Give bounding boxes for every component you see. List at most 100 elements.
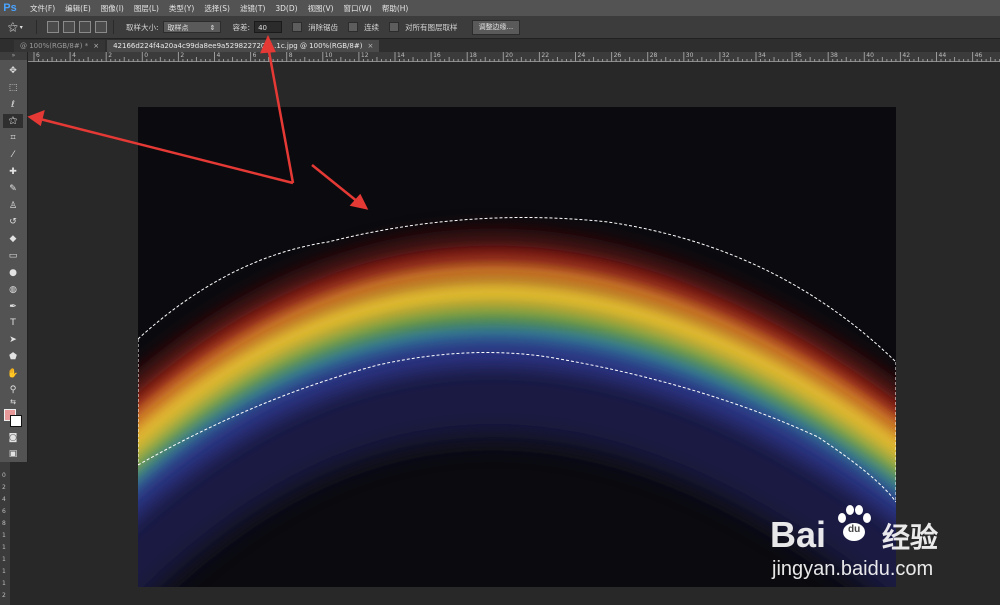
sample-all-layers-label: 对所有图层取样 (405, 22, 458, 32)
background-color-swatch[interactable] (10, 415, 22, 427)
ruler-tick-label: 4 (216, 52, 221, 59)
menu-window[interactable]: 窗口(W) (344, 3, 372, 14)
ruler-tick-label: 34 (758, 52, 766, 59)
healing-brush-tool-icon[interactable]: ✚ (3, 165, 23, 179)
lasso-tool-icon[interactable]: ℓ (3, 98, 23, 112)
subtract-from-selection-icon[interactable] (79, 21, 91, 33)
pen-tool-icon[interactable]: ✒ (3, 300, 23, 314)
chevron-down-icon: ▾ (19, 23, 23, 31)
contiguous-checkbox[interactable] (348, 22, 359, 32)
add-to-selection-icon[interactable] (63, 21, 75, 33)
marquee-tool-icon[interactable]: ⬚ (3, 81, 23, 95)
ruler-tick-label: 26 (613, 52, 622, 59)
ruler-tick-label: 1 (2, 580, 6, 587)
magic-wand-tool-icon[interactable]: ⚝ (3, 114, 23, 128)
path-selection-tool-icon[interactable]: ➤ (3, 333, 23, 347)
document-tab-2[interactable]: 42166d224f4a20a4c99da8ee9a529822720e...1… (107, 40, 380, 52)
divider (113, 20, 114, 34)
gradient-tool-icon[interactable]: ▭ (3, 249, 23, 263)
zoom-tool-icon[interactable]: ⚲ (3, 383, 23, 397)
tool-preset-picker[interactable]: ⚝ ▾ (8, 19, 30, 35)
ruler-tick-label: 10 (324, 52, 333, 59)
watermark-brand: Bai (770, 514, 827, 555)
ruler-tick-label: 0 (144, 52, 149, 59)
magic-wand-icon: ⚝ (8, 21, 18, 33)
ruler-tick-label: 4 (2, 496, 6, 503)
menu-select[interactable]: 选择(S) (204, 3, 230, 14)
close-icon[interactable]: × (367, 42, 373, 50)
blur-tool-icon[interactable]: ● (3, 266, 23, 280)
menu-edit[interactable]: 编辑(E) (65, 3, 91, 14)
move-tool-icon[interactable]: ✥ (3, 64, 23, 78)
ruler-tick-label: 1 (2, 556, 6, 563)
ruler-tick-label: 18 (469, 52, 477, 59)
watermark-cn: 经验 (882, 522, 939, 553)
sample-size-select[interactable]: 取样点 ⇕ (162, 21, 221, 33)
menu-file[interactable]: 文件(F) (30, 3, 55, 14)
ruler-tick-label: 4 (72, 52, 76, 59)
close-icon[interactable]: × (93, 42, 99, 50)
tab-label: 42166d224f4a20a4c99da8ee9a529822720e...1… (113, 42, 363, 50)
watermark-url: jingyan.baidu.com (772, 558, 934, 580)
watermark-brand-du: du (848, 524, 861, 535)
menu-layer[interactable]: 图层(L) (134, 3, 159, 14)
swap-colors-icon[interactable]: ⇆ (3, 397, 23, 407)
crop-tool-icon[interactable]: ⌗ (3, 131, 23, 145)
new-selection-icon[interactable] (47, 21, 59, 33)
antialias-checkbox[interactable] (292, 22, 303, 32)
photoshop-logo: Ps (3, 2, 17, 14)
hand-tool-icon[interactable]: ✋ (3, 367, 23, 381)
antialias-label: 消除锯齿 (308, 22, 339, 32)
tab-label: @ 100%(RGB/8#) * (20, 42, 89, 50)
ruler-tick-label: 2 (2, 484, 6, 491)
history-brush-tool-icon[interactable]: ↺ (3, 215, 23, 229)
divider (36, 20, 37, 34)
ruler-tick-label: 6 (36, 52, 40, 59)
ruler-tick-label: 0 (2, 472, 6, 479)
collapse-icon[interactable]: » (0, 52, 27, 60)
ruler-tick-label: 40 (866, 52, 874, 59)
quick-mask-icon[interactable]: ◙ (3, 431, 23, 445)
ruler-tick-label: 32 (721, 52, 730, 59)
ruler-tick-label: 28 (649, 52, 658, 59)
dodge-tool-icon[interactable]: ◍ (3, 283, 23, 297)
ruler-tick-label: 2 (180, 52, 185, 59)
shape-tool-icon[interactable]: ⬟ (3, 350, 23, 364)
menu-filter[interactable]: 滤镜(T) (240, 3, 265, 14)
ruler-tick-label: 14 (397, 52, 405, 59)
document-tab-1[interactable]: @ 100%(RGB/8#) * × (14, 40, 106, 52)
brush-tool-icon[interactable]: ✎ (3, 182, 23, 196)
ruler-tick-label: 8 (2, 520, 6, 527)
ruler-tick-label: 42 (902, 52, 911, 59)
sample-size-label: 取样大小: (126, 22, 159, 32)
ruler-tick-label: 46 (974, 52, 983, 59)
ruler-tick-label: 8 (288, 52, 293, 59)
ruler-tick-label: 36 (794, 52, 802, 59)
ruler-tick-label: 24 (577, 52, 586, 59)
sample-size-value: 取样点 (167, 24, 189, 32)
ruler-tick-label: 12 (360, 52, 369, 59)
refine-edge-button[interactable]: 调整边缘... (471, 19, 521, 35)
options-bar: ⚝ ▾ 取样大小: 取样点 ⇕ 容差: 40 消除锯齿 连续 对所有图层取样 调整边… (0, 16, 1000, 39)
menu-3d[interactable]: 3D(D) (275, 4, 297, 13)
type-tool-icon[interactable]: T (3, 316, 23, 330)
menu-type[interactable]: 类型(Y) (169, 3, 194, 14)
ruler-ticks (28, 52, 1000, 62)
tolerance-label: 容差: (232, 22, 251, 32)
menu-help[interactable]: 帮助(H) (382, 3, 409, 14)
ruler-tick-label: 16 (433, 52, 441, 59)
tools-panel: » ✥ ⬚ ℓ ⚝ ⌗ ⁄ ✚ ✎ ♙ ↺ ◆ ▭ ● ◍ ✒ T ➤ ⬟ ✋ … (0, 52, 28, 462)
eraser-tool-icon[interactable]: ◆ (3, 232, 23, 246)
document-tab-bar: @ 100%(RGB/8#) * × 42166d224f4a20a4c99da8… (0, 39, 1000, 52)
sample-all-layers-checkbox[interactable] (389, 22, 400, 32)
menu-image[interactable]: 图像(I) (101, 3, 124, 14)
intersect-selection-icon[interactable] (95, 21, 107, 33)
ruler-tick-label: 44 (938, 52, 947, 59)
screen-mode-icon[interactable]: ▣ (3, 447, 23, 461)
eyedropper-tool-icon[interactable]: ⁄ (3, 148, 23, 162)
ruler-tick-label: 6 (252, 52, 257, 59)
clone-stamp-tool-icon[interactable]: ♙ (3, 199, 23, 213)
menu-view[interactable]: 视图(V) (308, 3, 334, 14)
tolerance-input[interactable]: 40 (254, 21, 283, 33)
chevron-updown-icon: ⇕ (209, 24, 216, 32)
